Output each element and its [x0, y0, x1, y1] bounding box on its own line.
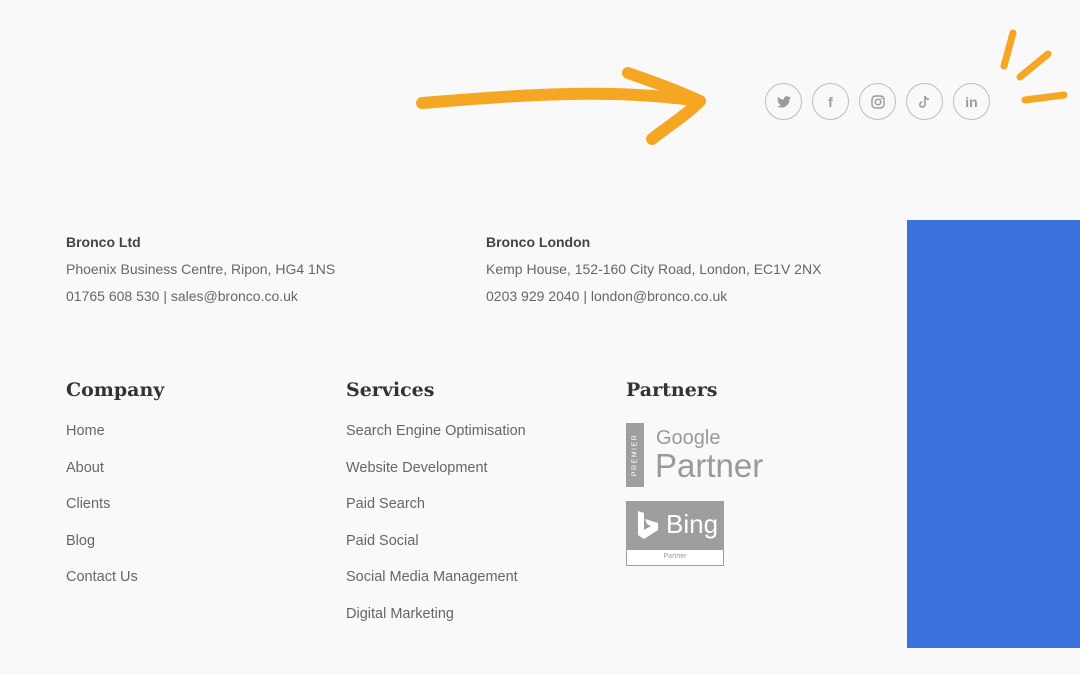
footer-link-blog[interactable]: Blog — [66, 531, 164, 568]
partners-heading: Partners — [626, 379, 718, 401]
linkedin-glyph: in — [965, 93, 978, 110]
blue-panel — [907, 220, 1080, 648]
footer-link-paid-social[interactable]: Paid Social — [346, 531, 526, 568]
services-column: Services Search Engine Optimisation Webs… — [346, 379, 526, 641]
footer-link-contact[interactable]: Contact Us — [66, 567, 164, 604]
office-address: Kemp House, 152-160 City Road, London, E… — [486, 261, 822, 277]
company-heading: Company — [66, 379, 165, 401]
footer-link-seo[interactable]: Search Engine Optimisation — [346, 421, 526, 458]
premier-badge: PREMIER — [626, 423, 644, 487]
bing-icon — [638, 511, 658, 539]
office-address: Phoenix Business Centre, Ripon, HG4 1NS — [66, 261, 336, 277]
facebook-glyph: f — [828, 93, 833, 110]
linkedin-icon[interactable]: in — [953, 83, 990, 120]
partners-column: Partners — [626, 379, 717, 421]
google-partner-logo: PREMIER Google Partner — [626, 423, 776, 487]
footer-link-about[interactable]: About — [66, 458, 164, 495]
facebook-icon[interactable]: f — [812, 83, 849, 120]
footer-link-clients[interactable]: Clients — [66, 494, 164, 531]
separator: | — [583, 288, 591, 304]
separator: | — [163, 288, 171, 304]
bing-wordmark: Bing — [666, 509, 719, 539]
office-contact: 01765 608 530 | sales@bronco.co.uk — [66, 283, 335, 310]
instagram-icon[interactable] — [859, 83, 896, 120]
footer-link-web-dev[interactable]: Website Development — [346, 458, 526, 495]
office-name: Bronco London — [486, 234, 591, 250]
company-column: Company Home About Clients Blog Contact … — [66, 379, 164, 604]
arrow-decoration — [416, 29, 1068, 145]
office-phone-link[interactable]: 01765 608 530 — [66, 288, 159, 304]
office-email-link[interactable]: sales@bronco.co.uk — [171, 288, 298, 304]
footer-link-home[interactable]: Home — [66, 421, 164, 458]
bing-partner-label: Partner — [626, 549, 724, 566]
office-contact: 0203 929 2040 | london@bronco.co.uk — [486, 283, 821, 310]
tiktok-icon[interactable] — [906, 83, 943, 120]
office-london: Bronco London Kemp House, 152-160 City R… — [486, 229, 821, 310]
twitter-icon[interactable] — [765, 83, 802, 120]
footer-link-paid-search[interactable]: Paid Search — [346, 494, 526, 531]
footer-link-digital-marketing[interactable]: Digital Marketing — [346, 604, 526, 641]
bing-partner-logo: Bing Partner — [626, 501, 724, 566]
services-heading: Services — [346, 379, 435, 401]
partner-wordmark: Partner — [655, 447, 764, 484]
social-links: f in — [765, 83, 990, 120]
office-email-link[interactable]: london@bronco.co.uk — [591, 288, 727, 304]
office-ripon: Bronco Ltd Phoenix Business Centre, Ripo… — [66, 229, 335, 310]
footer-link-social-media[interactable]: Social Media Management — [346, 567, 526, 604]
office-phone-link[interactable]: 0203 929 2040 — [486, 288, 579, 304]
office-name: Bronco Ltd — [66, 234, 141, 250]
sparkle-decoration — [1000, 29, 1068, 104]
